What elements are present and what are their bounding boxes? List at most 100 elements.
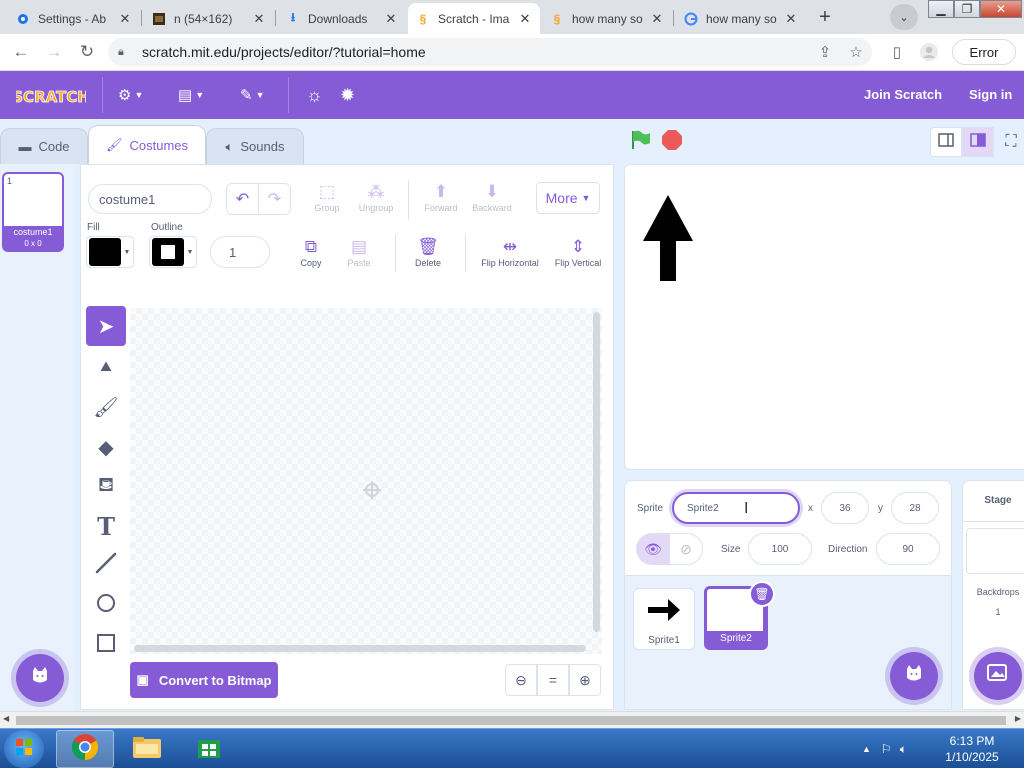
flip-horizontal-button[interactable]: ⇹ Flip Horizontal <box>474 236 546 268</box>
join-scratch-button[interactable]: Join Scratch <box>856 71 950 119</box>
close-icon[interactable]: ✕ <box>784 11 798 27</box>
close-icon[interactable]: ✕ <box>518 11 532 27</box>
browser-tab-search-2[interactable]: how many so ✕ <box>676 3 806 34</box>
start-button[interactable] <box>4 730 44 768</box>
tab-sounds[interactable]: 🔈︎ Sounds <box>206 128 304 164</box>
window-close-button[interactable]: ✕ <box>980 0 1022 18</box>
side-panel-icon[interactable]: ▯ <box>886 41 908 63</box>
close-icon[interactable]: ✕ <box>650 11 664 27</box>
arrow-sprite[interactable] <box>643 195 693 288</box>
green-flag-button[interactable] <box>624 127 656 157</box>
page-horizontal-scrollbar[interactable]: ◀ ▶ <box>0 711 1024 728</box>
circle-tool[interactable] <box>86 586 126 626</box>
ungroup-button[interactable]: ⁂ Ungroup <box>344 181 408 213</box>
close-icon[interactable]: ✕ <box>118 11 132 27</box>
zoom-out-button[interactable]: ⊖ <box>505 664 537 696</box>
add-costume-button[interactable] <box>16 654 64 702</box>
backward-button[interactable]: ⬇ Backward <box>460 181 524 213</box>
sprite-tile[interactable]: Sprite1 <box>633 588 695 650</box>
delete-button[interactable]: 🗑︎ Delete <box>396 236 460 268</box>
tutorials-button[interactable]: ☼ <box>306 83 323 107</box>
x-input[interactable]: 36 <box>821 492 869 524</box>
costume-name-field[interactable]: costume1 <box>88 184 212 214</box>
scratch-logo[interactable]: SCRATCH <box>12 81 90 109</box>
reload-icon[interactable]: ↻ <box>75 40 99 64</box>
stop-button[interactable] <box>656 127 688 157</box>
volume-icon[interactable]: 🔈︎ <box>900 742 907 757</box>
share-icon[interactable]: ⇪ <box>814 41 836 63</box>
fill-label: Fill <box>87 222 100 233</box>
redo-button[interactable]: ↷ <box>258 183 291 215</box>
canvas-horizontal-scrollbar[interactable] <box>134 645 586 652</box>
scrollbar-thumb[interactable] <box>16 716 1006 725</box>
hide-sprite-button[interactable]: ⊘ <box>669 533 703 565</box>
fill-color-picker[interactable]: ▼ <box>86 236 134 268</box>
taskbar-clock[interactable]: 6:13 PM 1/10/2025 <box>936 733 1008 765</box>
browser-tab-scratch[interactable]: § Scratch - Ima ✕ <box>408 3 540 34</box>
store-taskbar-button[interactable] <box>180 730 238 768</box>
zoom-in-button[interactable]: ⊕ <box>569 664 601 696</box>
eraser-tool[interactable]: ◆ <box>86 427 126 467</box>
outline-width-input[interactable]: 1 <box>210 236 270 268</box>
scroll-left-icon[interactable]: ◀ <box>3 714 9 723</box>
tab-search-button[interactable]: ⌄ <box>890 4 918 30</box>
close-icon[interactable]: ✕ <box>252 11 266 27</box>
delete-sprite-button[interactable]: 🗑︎ <box>749 581 775 607</box>
browser-tab-search-1[interactable]: § how many so ✕ <box>542 3 672 34</box>
outline-color-picker[interactable]: ▼ <box>149 236 197 268</box>
bookmark-star-icon[interactable]: ☆ <box>845 41 867 63</box>
fill-tool[interactable]: ⛾ <box>86 466 126 506</box>
url-bar[interactable]: 🔒︎ scratch.mit.edu/projects/editor/?tuto… <box>108 38 872 66</box>
windows-taskbar: ▲ ⚐ 🔈︎ 6:13 PM 1/10/2025 <box>0 728 1024 768</box>
browser-tab-settings[interactable]: Settings - Ab ✕ <box>8 3 140 34</box>
explorer-taskbar-button[interactable] <box>118 730 176 768</box>
select-tool[interactable]: ➤ <box>86 306 126 346</box>
costume-tile[interactable]: 1 costume1 0 x 0 <box>2 172 64 252</box>
stage[interactable] <box>624 164 1024 470</box>
sign-in-button[interactable]: Sign in <box>960 71 1021 119</box>
new-tab-button[interactable]: + <box>812 5 838 29</box>
browser-tab-image[interactable]: n (54×162) ✕ <box>144 3 274 34</box>
profile-avatar-icon[interactable] <box>918 41 940 63</box>
undo-button[interactable]: ↶ <box>226 183 259 215</box>
show-sprite-button[interactable]: 👁︎ <box>636 533 670 565</box>
error-button[interactable]: Error <box>952 39 1016 65</box>
chrome-taskbar-button[interactable] <box>56 730 114 768</box>
edit-menu[interactable]: ✎ ▼ <box>240 83 265 107</box>
add-sprite-button[interactable] <box>890 652 938 700</box>
tab-code[interactable]: ▬ Code <box>0 128 88 164</box>
flip-vertical-button[interactable]: ⇕ Flip Vertical <box>546 236 610 268</box>
settings-menu[interactable]: ⚙ ▼ <box>118 83 143 107</box>
paint-canvas[interactable] <box>130 308 602 654</box>
minimize-button[interactable]: ▁ <box>928 0 954 18</box>
fullscreen-button[interactable]: ⛶ <box>998 127 1024 157</box>
show-hidden-icons-icon[interactable]: ▲ <box>862 744 871 754</box>
small-stage-button[interactable] <box>930 127 962 157</box>
zoom-reset-button[interactable]: = <box>537 664 569 696</box>
more-menu-button[interactable]: More ▼ <box>536 182 600 214</box>
brush-tool[interactable]: 🖌︎ <box>86 387 126 427</box>
paste-button[interactable]: ▤ Paste <box>327 236 391 268</box>
scroll-right-icon[interactable]: ▶ <box>1015 714 1021 723</box>
reshape-tool[interactable]: ⯅ <box>86 348 126 388</box>
add-backdrop-button[interactable] <box>974 652 1022 700</box>
file-menu[interactable]: ▤ ▼ <box>178 83 204 107</box>
network-icon[interactable]: ⚐ <box>881 742 892 756</box>
size-input[interactable]: 100 <box>748 533 812 565</box>
normal-stage-button[interactable] <box>962 127 994 157</box>
canvas-vertical-scrollbar[interactable] <box>593 312 600 632</box>
tab-costumes[interactable]: 🖌︎ Costumes <box>88 125 206 164</box>
forward-arrow-icon[interactable]: → <box>42 40 66 64</box>
close-icon[interactable]: ✕ <box>384 11 398 27</box>
rectangle-tool[interactable] <box>86 626 126 666</box>
text-tool[interactable]: T <box>86 506 126 546</box>
browser-tab-downloads[interactable]: ⭳ Downloads ✕ <box>278 3 406 34</box>
sprite-name-input[interactable]: Sprite2 I <box>672 492 800 524</box>
debug-button[interactable]: ✹ <box>340 83 355 107</box>
convert-to-bitmap-button[interactable]: ▣ Convert to Bitmap <box>130 662 278 698</box>
maximize-button[interactable]: ❐ <box>954 0 980 18</box>
y-input[interactable]: 28 <box>891 492 939 524</box>
line-tool[interactable] <box>86 546 126 586</box>
direction-input[interactable]: 90 <box>876 533 940 565</box>
back-arrow-icon[interactable]: ← <box>9 40 33 64</box>
